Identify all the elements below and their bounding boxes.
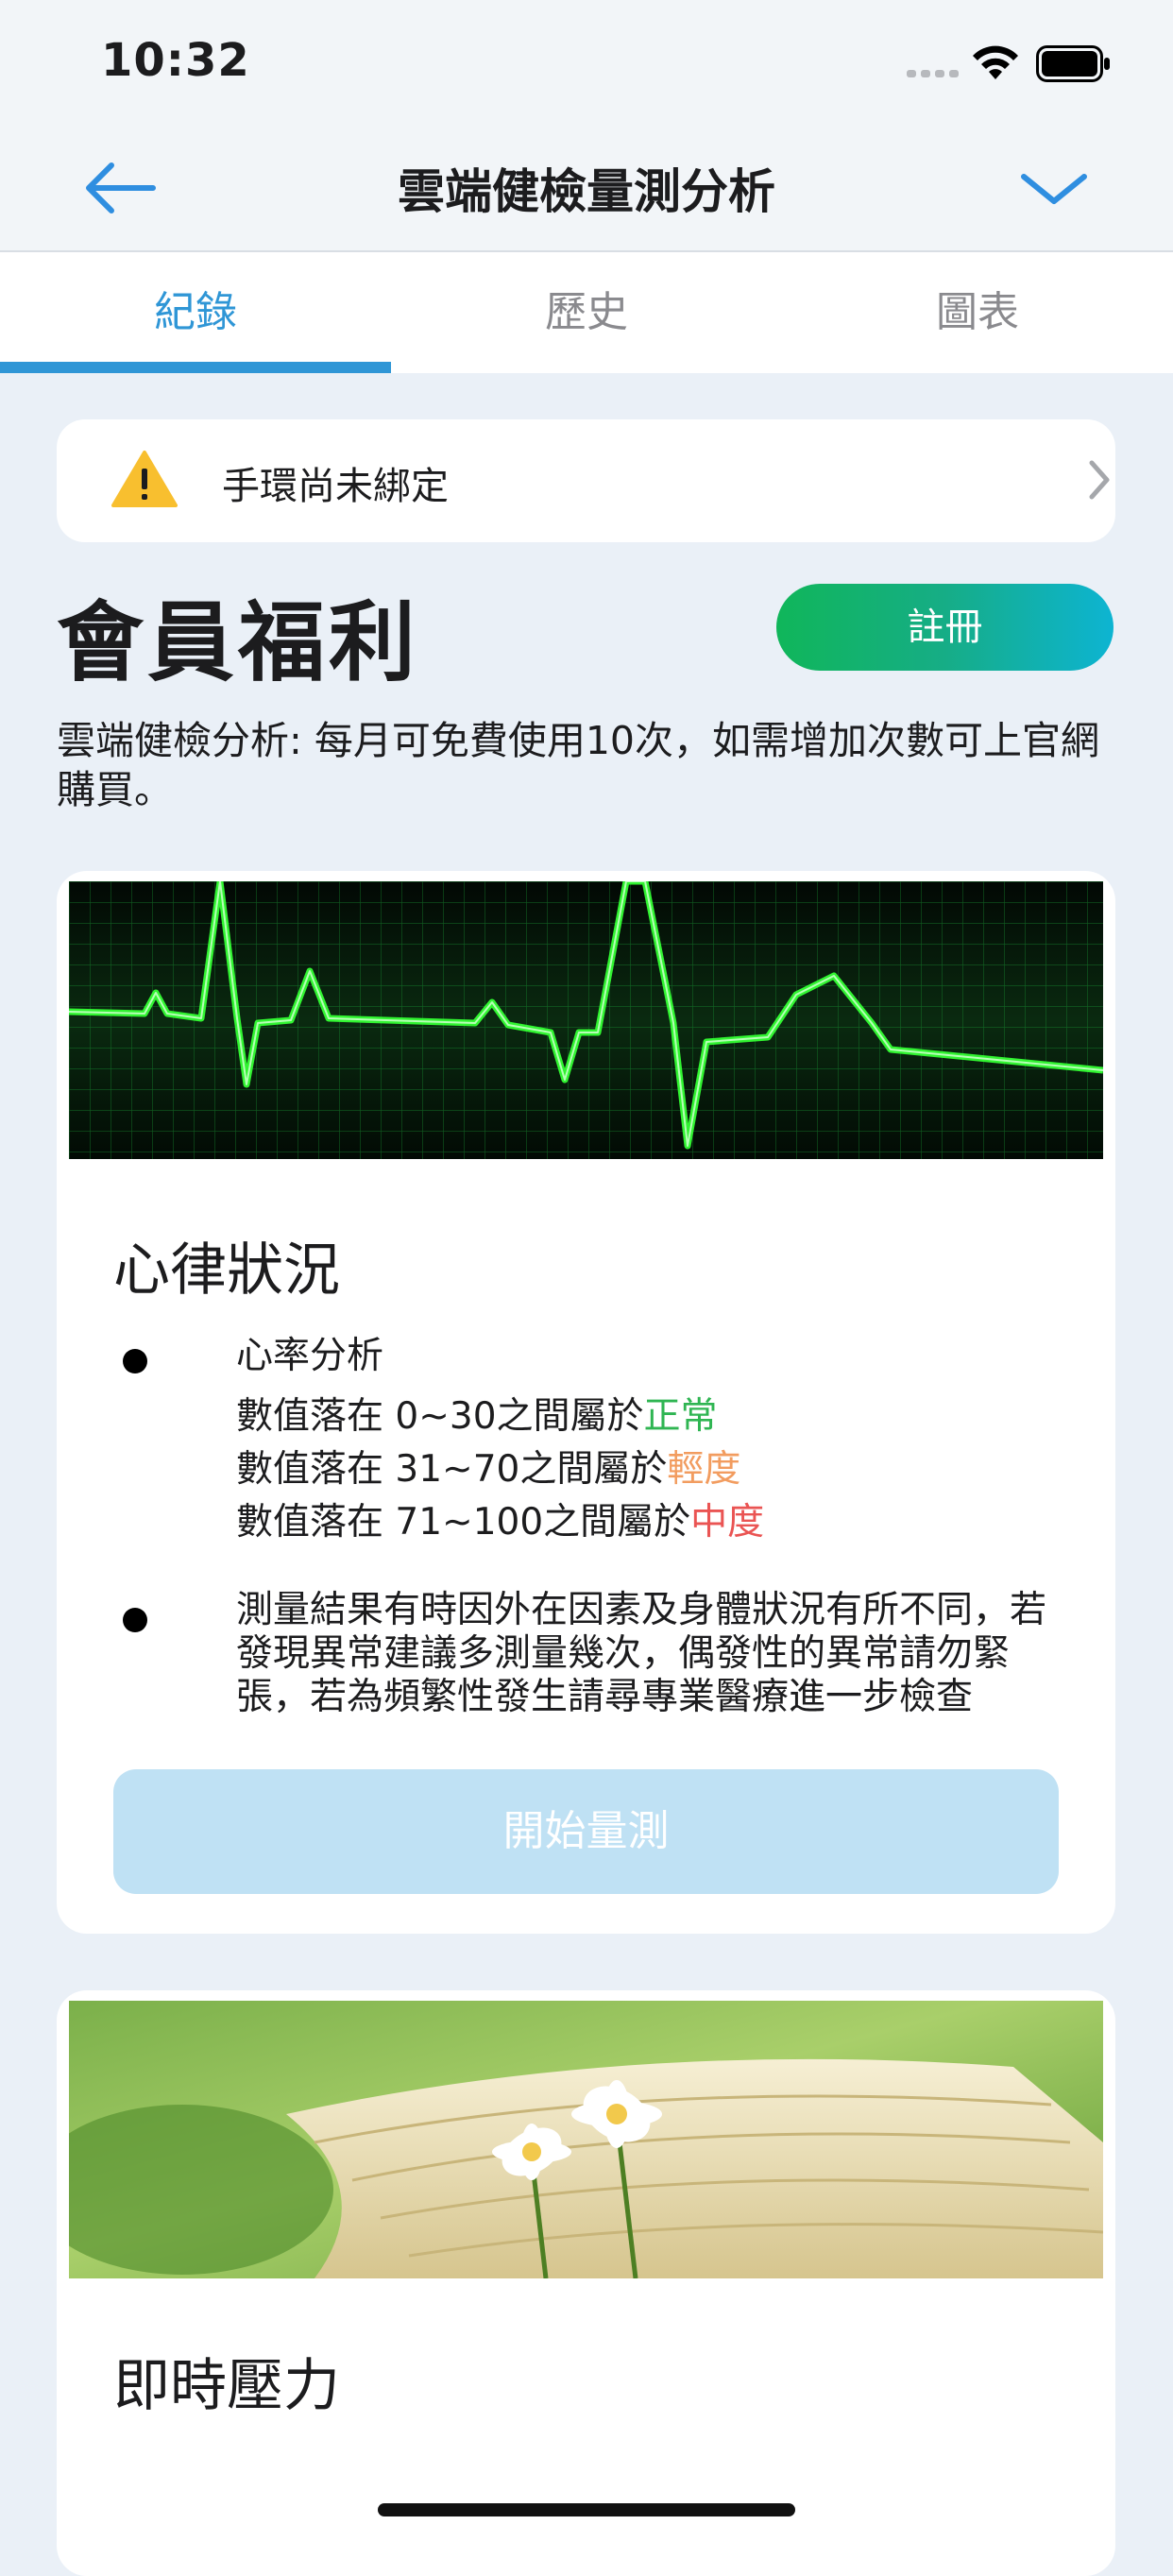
measurement-note: 測量結果有時因外在因素及身體狀況有所不同，若發現異常建議多測量幾次，偶發性的異常…	[236, 1589, 1047, 1718]
range-text: 數值落在 31~70之間屬於	[236, 1448, 668, 1491]
chevron-right-icon	[1089, 460, 1110, 500]
book-daisy-image	[69, 2001, 1103, 2278]
warning-icon	[111, 451, 178, 507]
range-line-normal: 數值落在 0~30之間屬於正常	[236, 1390, 1077, 1443]
bullet-dot	[123, 1608, 147, 1632]
range-text: 數值落在 71~100之間屬於	[236, 1501, 691, 1544]
ecg-image	[69, 881, 1103, 1159]
tab-charts[interactable]: 圖表	[782, 252, 1173, 373]
membership-title: 會員福利	[57, 592, 420, 693]
cellular-signal-icon	[907, 70, 959, 77]
range-line-moderate: 數值落在 71~100之間屬於中度	[236, 1496, 1077, 1549]
home-indicator[interactable]	[378, 2503, 795, 2516]
list-item: 心率分析 數值落在 0~30之間屬於正常 數值落在 31~70之間屬於輕度 數值…	[113, 1330, 1077, 1549]
navigation-bar: 雲端健檢量測分析	[0, 128, 1173, 252]
status-time: 10:32	[101, 34, 250, 87]
heart-rhythm-card: 心律狀況 心率分析 數值落在 0~30之間屬於正常 數值落在 31~70之間屬於…	[57, 871, 1115, 1934]
heart-rhythm-notes: 心率分析 數值落在 0~30之間屬於正常 數值落在 31~70之間屬於輕度 數值…	[113, 1330, 1077, 1719]
range-text: 數值落在 0~30之間屬於	[236, 1395, 644, 1438]
alert-text: 手環尚未綁定	[222, 465, 449, 508]
bullet-dot	[123, 1349, 147, 1373]
page-title: 雲端健檢量測分析	[398, 164, 775, 219]
status-bar: 10:32	[0, 0, 1173, 128]
level-light: 輕度	[667, 1448, 741, 1491]
level-normal: 正常	[643, 1395, 718, 1438]
tab-records[interactable]: 紀錄	[0, 252, 391, 373]
tab-bar: 紀錄 歷史 圖表	[0, 252, 1173, 373]
list-item: 測量結果有時因外在因素及身體狀況有所不同，若發現異常建議多測量幾次，偶發性的異常…	[113, 1589, 1077, 1719]
start-measure-button[interactable]: 開始量測	[113, 1769, 1059, 1894]
tab-history[interactable]: 歷史	[391, 252, 782, 373]
membership-description: 雲端健檢分析: 每月可免費使用10次，如需增加次數可上官網購買。	[57, 718, 1100, 812]
wifi-icon	[973, 45, 1018, 79]
range-line-light: 數值落在 31~70之間屬於輕度	[236, 1443, 1077, 1496]
chevron-down-icon[interactable]	[1018, 165, 1090, 213]
instant-stress-title: 即時壓力	[113, 2353, 340, 2419]
band-not-bound-alert[interactable]: 手環尚未綁定	[57, 419, 1115, 542]
heart-rhythm-title: 心律狀況	[113, 1237, 340, 1304]
instant-stress-card: 即時壓力	[57, 1990, 1115, 2576]
battery-icon	[1036, 45, 1110, 82]
register-button[interactable]: 註冊	[776, 584, 1114, 671]
level-moderate: 中度	[690, 1501, 765, 1544]
heart-rate-analysis-heading: 心率分析	[236, 1335, 384, 1377]
